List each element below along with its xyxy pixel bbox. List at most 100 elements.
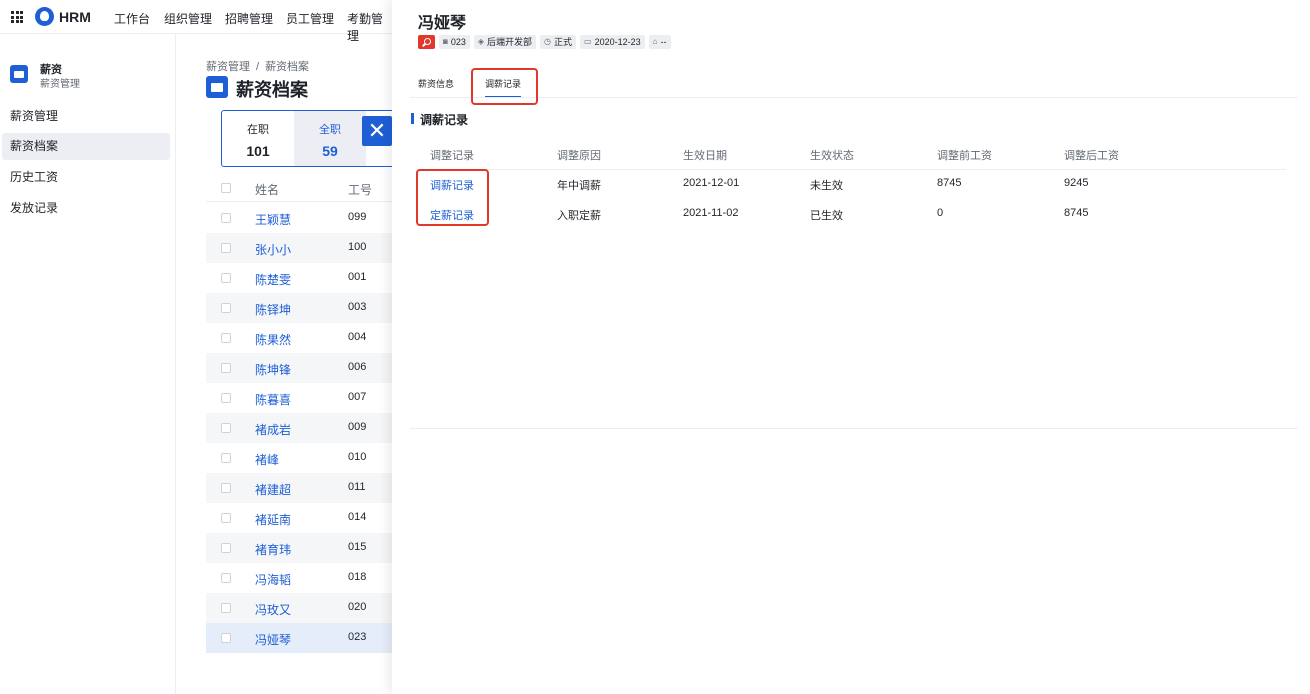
- column-header-name: 姓名: [255, 183, 280, 197]
- table-row[interactable]: 褚建超 011: [206, 473, 392, 503]
- employee-name-link[interactable]: 褚育玮: [255, 541, 291, 558]
- table-row[interactable]: 陈铎坤 003: [206, 293, 392, 323]
- column-header-before: 调整前工资: [937, 150, 992, 162]
- employee-id: 009: [348, 421, 367, 433]
- tag-extra-text: --: [660, 37, 667, 47]
- employee-name-link[interactable]: 张小小: [255, 241, 291, 258]
- row-checkbox[interactable]: [221, 363, 231, 373]
- row-checkbox[interactable]: [221, 453, 231, 463]
- sidebar-item-salary-archive[interactable]: 薪资档案: [2, 133, 170, 160]
- employee-name-link[interactable]: 陈暮喜: [255, 391, 291, 408]
- employee-id: 004: [348, 331, 367, 343]
- column-header-record: 调整记录: [430, 150, 474, 162]
- nav-item-org[interactable]: 组织管理: [164, 10, 212, 27]
- sidebar-subtitle: 薪资管理: [40, 79, 80, 90]
- employee-name-link[interactable]: 褚成岩: [255, 421, 291, 438]
- table-row[interactable]: 陈楚雯 001: [206, 263, 392, 293]
- row-checkbox[interactable]: [221, 633, 231, 643]
- briefcase-icon: ⌂: [652, 37, 658, 46]
- section-accent-bar: [411, 113, 414, 124]
- row-checkbox[interactable]: [221, 273, 231, 283]
- row-checkbox[interactable]: [221, 303, 231, 313]
- table-row[interactable]: 冯海韬 018: [206, 563, 392, 593]
- stat-full-time[interactable]: 全职 59: [294, 111, 366, 166]
- highlight-box-records: [416, 169, 489, 226]
- stat-full-time-label: 全职: [319, 124, 341, 136]
- row-checkbox[interactable]: [221, 513, 231, 523]
- table-row[interactable]: 褚成岩 009: [206, 413, 392, 443]
- stat-on-job-value: 101: [246, 143, 270, 159]
- table-row[interactable]: 褚育玮 015: [206, 533, 392, 563]
- table-row[interactable]: 张小小 100: [206, 233, 392, 263]
- column-header-id: 工号: [348, 183, 373, 197]
- employee-name-link[interactable]: 冯海韬: [255, 571, 291, 588]
- nav-item-attendance[interactable]: 考勤管理: [347, 10, 392, 44]
- row-checkbox[interactable]: [221, 543, 231, 553]
- row-checkbox[interactable]: [221, 393, 231, 403]
- employee-name-link[interactable]: 褚建超: [255, 481, 291, 498]
- wallet-icon: [206, 76, 228, 98]
- employee-name-link[interactable]: 王颖慧: [255, 211, 291, 228]
- sidebar-item-payment-records[interactable]: 发放记录: [2, 195, 170, 222]
- calendar-icon: ▭: [584, 37, 592, 46]
- employee-name-link[interactable]: 陈果然: [255, 331, 291, 348]
- tag-status-text: 正式: [554, 37, 573, 47]
- employee-id: 023: [348, 631, 367, 643]
- employee-name-link[interactable]: 褚延南: [255, 511, 291, 528]
- camera-icon: ◙: [443, 37, 448, 46]
- sidebar-item-salary-management[interactable]: 薪资管理: [2, 103, 170, 130]
- tag-extra: ⌂ --: [648, 35, 671, 49]
- nav-item-workbench[interactable]: 工作台: [114, 10, 150, 27]
- cell-after: 8745: [1064, 207, 1089, 219]
- employee-name-link[interactable]: 陈楚雯: [255, 271, 291, 288]
- content-divider: [410, 428, 1298, 429]
- nav-item-recruit[interactable]: 招聘管理: [225, 10, 273, 27]
- column-header-date: 生效日期: [683, 150, 727, 162]
- breadcrumb-parent[interactable]: 薪资管理: [206, 61, 250, 73]
- table-row[interactable]: 陈坤锋 006: [206, 353, 392, 383]
- list-header: 姓名 工号: [206, 174, 392, 202]
- cell-reason: 年中调薪: [557, 180, 601, 192]
- table-row[interactable]: 褚峰 010: [206, 443, 392, 473]
- app-grid-icon[interactable]: [11, 11, 23, 23]
- section-title: 调薪记录: [420, 113, 469, 127]
- cell-before: 8745: [937, 177, 962, 189]
- tag-employee-id: ◙ 023: [439, 35, 470, 49]
- tab-salary-info[interactable]: 薪资信息: [418, 77, 454, 90]
- row-checkbox[interactable]: [221, 423, 231, 433]
- close-drawer-button[interactable]: ✕: [362, 116, 392, 146]
- row-checkbox[interactable]: [221, 243, 231, 253]
- stat-on-job[interactable]: 在职 101: [222, 111, 294, 166]
- sidebar-item-history-wages[interactable]: 历史工资: [2, 164, 170, 191]
- row-checkbox[interactable]: [221, 483, 231, 493]
- breadcrumb: 薪资管理 / 薪资档案: [206, 58, 309, 74]
- employee-name-link[interactable]: 陈坤锋: [255, 361, 291, 378]
- employee-name-link[interactable]: 陈铎坤: [255, 301, 291, 318]
- employee-id: 015: [348, 541, 367, 553]
- cell-date: 2021-12-01: [683, 177, 740, 189]
- employee-name-link[interactable]: 褚峰: [255, 451, 279, 468]
- row-checkbox[interactable]: [221, 573, 231, 583]
- select-all-checkbox[interactable]: [221, 183, 231, 193]
- cell-status: 已生效: [810, 210, 843, 222]
- table-row[interactable]: 褚延南 014: [206, 503, 392, 533]
- table-row[interactable]: 王颖慧 099: [206, 203, 392, 233]
- employee-id: 003: [348, 301, 367, 313]
- table-row-selected[interactable]: 冯娅琴 023: [206, 623, 392, 653]
- search-icon[interactable]: [418, 35, 435, 49]
- breadcrumb-separator: /: [256, 61, 260, 73]
- employee-id: 100: [348, 241, 367, 253]
- employee-name-link[interactable]: 冯玫又: [255, 601, 291, 618]
- table-row[interactable]: 陈暮喜 007: [206, 383, 392, 413]
- nav-item-employee[interactable]: 员工管理: [286, 10, 334, 27]
- wallet-icon: [10, 65, 28, 83]
- table-row[interactable]: 冯玫又 020: [206, 593, 392, 623]
- cell-reason: 入职定薪: [557, 210, 601, 222]
- cell-status: 未生效: [810, 180, 843, 192]
- row-checkbox[interactable]: [221, 213, 231, 223]
- employee-name-link[interactable]: 冯娅琴: [255, 631, 291, 648]
- employee-id: 010: [348, 451, 367, 463]
- table-row[interactable]: 陈果然 004: [206, 323, 392, 353]
- row-checkbox[interactable]: [221, 603, 231, 613]
- row-checkbox[interactable]: [221, 333, 231, 343]
